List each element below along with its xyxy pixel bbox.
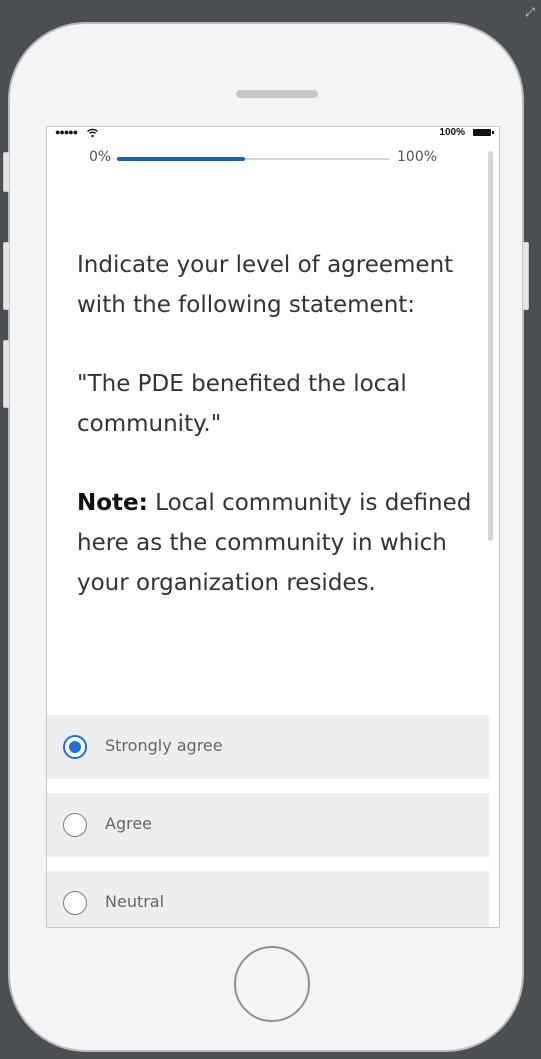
- question-text: Indicate your level of agreement with th…: [77, 245, 472, 603]
- canvas: ⤢ ●●●●● 100% 0% 100% Indicate your level…: [0, 0, 541, 1059]
- option-agree[interactable]: Agree: [47, 793, 489, 857]
- progress-fill: [117, 157, 245, 161]
- survey-progress: 0% 100%: [47, 149, 499, 173]
- volume-up-button: [3, 242, 10, 310]
- option-strongly-agree[interactable]: Strongly agree: [47, 715, 489, 779]
- answer-options: Strongly agree Agree Neutral: [47, 715, 489, 927]
- option-label: Agree: [105, 814, 153, 833]
- radio-button[interactable]: [63, 813, 87, 837]
- speaker-grille: [236, 90, 318, 98]
- progress-end-label: 100%: [397, 149, 438, 165]
- progress-start-label: 0%: [89, 149, 112, 165]
- status-bar: ●●●●● 100%: [47, 127, 499, 141]
- volume-down-button: [3, 340, 10, 408]
- battery-icon: [473, 129, 494, 136]
- question-statement: "The PDE benefited the local community.": [77, 371, 407, 437]
- option-neutral[interactable]: Neutral: [47, 871, 489, 927]
- home-button[interactable]: [234, 946, 310, 1022]
- radio-button[interactable]: [63, 891, 87, 915]
- silent-switch: [3, 152, 10, 192]
- expand-icon[interactable]: ⤢: [523, 4, 537, 20]
- question-note: Note: Local community is defined here as…: [77, 483, 472, 603]
- question-prompt: Indicate your level of agreement with th…: [77, 252, 454, 318]
- option-label: Strongly agree: [105, 736, 223, 755]
- radio-button[interactable]: [63, 735, 87, 759]
- scrollbar[interactable]: [488, 151, 493, 541]
- phone-screen: ●●●●● 100% 0% 100% Indicate your level o…: [46, 126, 500, 928]
- option-label: Neutral: [105, 892, 165, 911]
- signal-strength-icon: ●●●●●: [55, 127, 78, 137]
- battery-percentage: 100%: [439, 127, 465, 138]
- progress-track: [117, 157, 389, 161]
- wifi-icon: [87, 128, 98, 141]
- power-button: [522, 242, 529, 310]
- note-label: Note:: [77, 490, 148, 516]
